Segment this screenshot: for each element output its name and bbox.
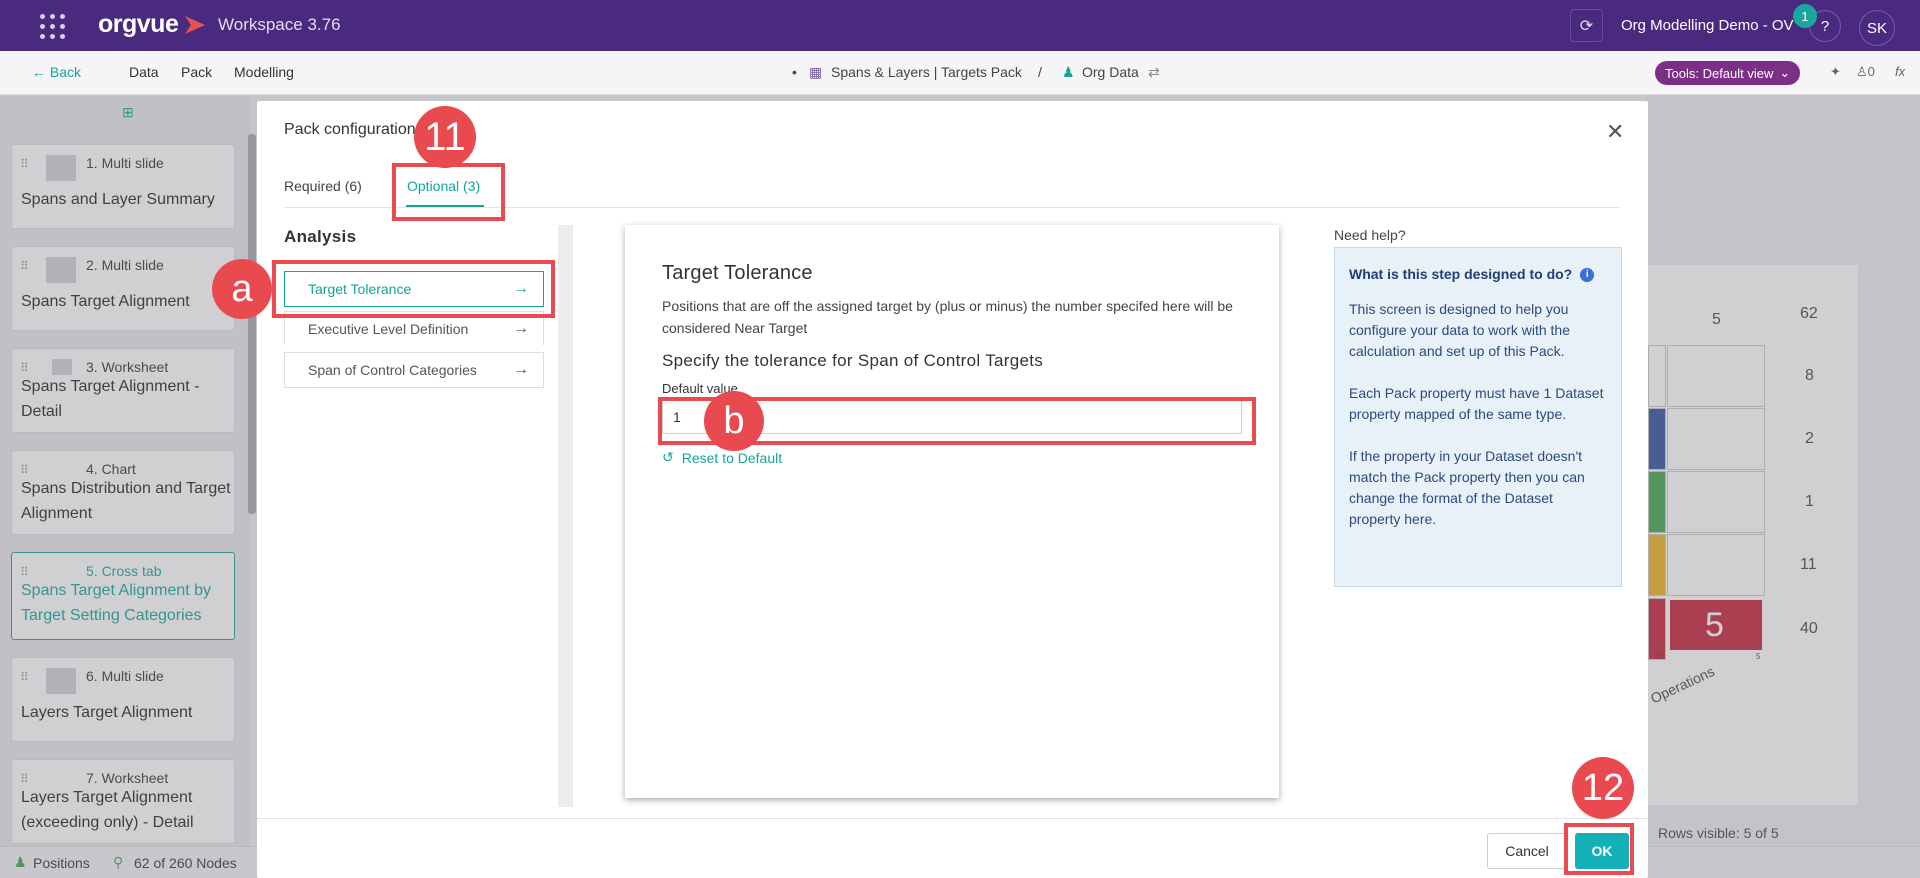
target-tolerance-card: Target Tolerance Positions that are off … xyxy=(625,225,1279,798)
step-11-badge: 11 xyxy=(414,106,476,168)
step-12-badge: 12 xyxy=(1572,757,1634,819)
reset-label: Reset to Default xyxy=(681,449,783,466)
notification-badge[interactable]: 1 xyxy=(1793,4,1817,28)
help-paragraph: Each Pack property must have 1 Dataset p… xyxy=(1349,385,1604,422)
crumb-data[interactable]: Org Data xyxy=(1082,64,1139,80)
refresh-icon[interactable]: ⟳ xyxy=(1570,9,1603,42)
avatar[interactable]: SK xyxy=(1859,10,1895,46)
reset-to-default-link[interactable]: ↺ Reset to Default xyxy=(662,449,782,466)
org-selector[interactable]: Org Modelling Demo - OV xyxy=(1621,17,1794,34)
help-panel: What is this step designed to do? i This… xyxy=(1334,247,1622,587)
cancel-button[interactable]: Cancel xyxy=(1487,833,1567,869)
app-launcher-icon[interactable] xyxy=(40,14,66,39)
footer-divider xyxy=(257,818,1648,819)
step-b-badge: b xyxy=(704,391,764,451)
tools-label: Tools: Default view xyxy=(1665,65,1774,81)
help-paragraph: If the property in your Dataset doesn't … xyxy=(1349,448,1585,527)
card-heading: Target Tolerance xyxy=(662,262,813,284)
close-icon[interactable]: ✕ xyxy=(1606,119,1624,145)
dialog-title: Pack configuration xyxy=(284,121,416,138)
sync-icon[interactable]: ⇄ xyxy=(1148,64,1160,81)
analysis-item-span-of-control[interactable]: Span of Control Categories → xyxy=(284,352,544,388)
crumb-pack[interactable]: Spans & Layers | Targets Pack xyxy=(831,64,1022,80)
undo-icon: ↺ xyxy=(662,449,674,465)
menu-data[interactable]: Data xyxy=(129,64,159,80)
analysis-heading: Analysis xyxy=(284,227,357,246)
help-question-text: What is this step designed to do? xyxy=(1349,266,1573,282)
analysis-scrollbar[interactable] xyxy=(558,225,573,807)
step-a-badge: a xyxy=(212,259,272,319)
pin-icon[interactable]: ✦ xyxy=(1830,64,1841,80)
arrow-right-icon: → xyxy=(513,361,529,378)
arrow-right-icon: → xyxy=(513,319,529,337)
analysis-item-label: Span of Control Categories xyxy=(308,362,477,378)
arrow-left-icon: ← xyxy=(32,64,46,80)
user-count: 0 xyxy=(1867,64,1875,79)
crumb-separator: / xyxy=(1038,64,1042,80)
formula-icon[interactable]: fx xyxy=(1895,64,1905,79)
chevron-down-icon: ⌄ xyxy=(1779,65,1791,80)
help-question: What is this step designed to do? i xyxy=(1349,264,1607,285)
card-subheading: Specify the tolerance for Span of Contro… xyxy=(662,351,1044,370)
dataset-icon: ♟ xyxy=(1062,64,1075,80)
need-help-label: Need help? xyxy=(1334,227,1406,243)
pack-icon: ▦ xyxy=(809,64,823,80)
highlight-ok-button xyxy=(1564,823,1634,875)
back-link[interactable]: ← Back xyxy=(32,64,81,80)
back-label: Back xyxy=(49,64,82,80)
tab-required[interactable]: Required (6) xyxy=(284,178,362,194)
highlight-target-tolerance xyxy=(272,260,555,318)
menu-modelling[interactable]: Modelling xyxy=(234,64,294,80)
tools-view-dropdown[interactable]: Tools: Default view ⌄ xyxy=(1655,61,1801,85)
workspace-label: Workspace 3.76 xyxy=(218,15,341,34)
top-bar: orgvue Workspace 3.76 ⟳ Org Modelling De… xyxy=(0,0,1920,51)
menu-pack[interactable]: Pack xyxy=(181,64,212,80)
highlight-optional-tab xyxy=(392,163,505,221)
help-paragraph: This screen is designed to help you conf… xyxy=(1349,301,1571,359)
crumb-dot-icon: • xyxy=(792,64,797,80)
user-count-icon[interactable]: ♙0 xyxy=(1856,64,1875,80)
analysis-item-label: Executive Level Definition xyxy=(308,320,469,337)
brand-mark-icon xyxy=(185,16,205,34)
card-description: Positions that are off the assigned targ… xyxy=(662,298,1233,336)
info-icon: i xyxy=(1580,267,1595,282)
brand-logo: orgvue xyxy=(98,10,179,38)
secondary-toolbar: ← Back Data Pack Modelling • ▦ Spans & L… xyxy=(0,51,1920,95)
